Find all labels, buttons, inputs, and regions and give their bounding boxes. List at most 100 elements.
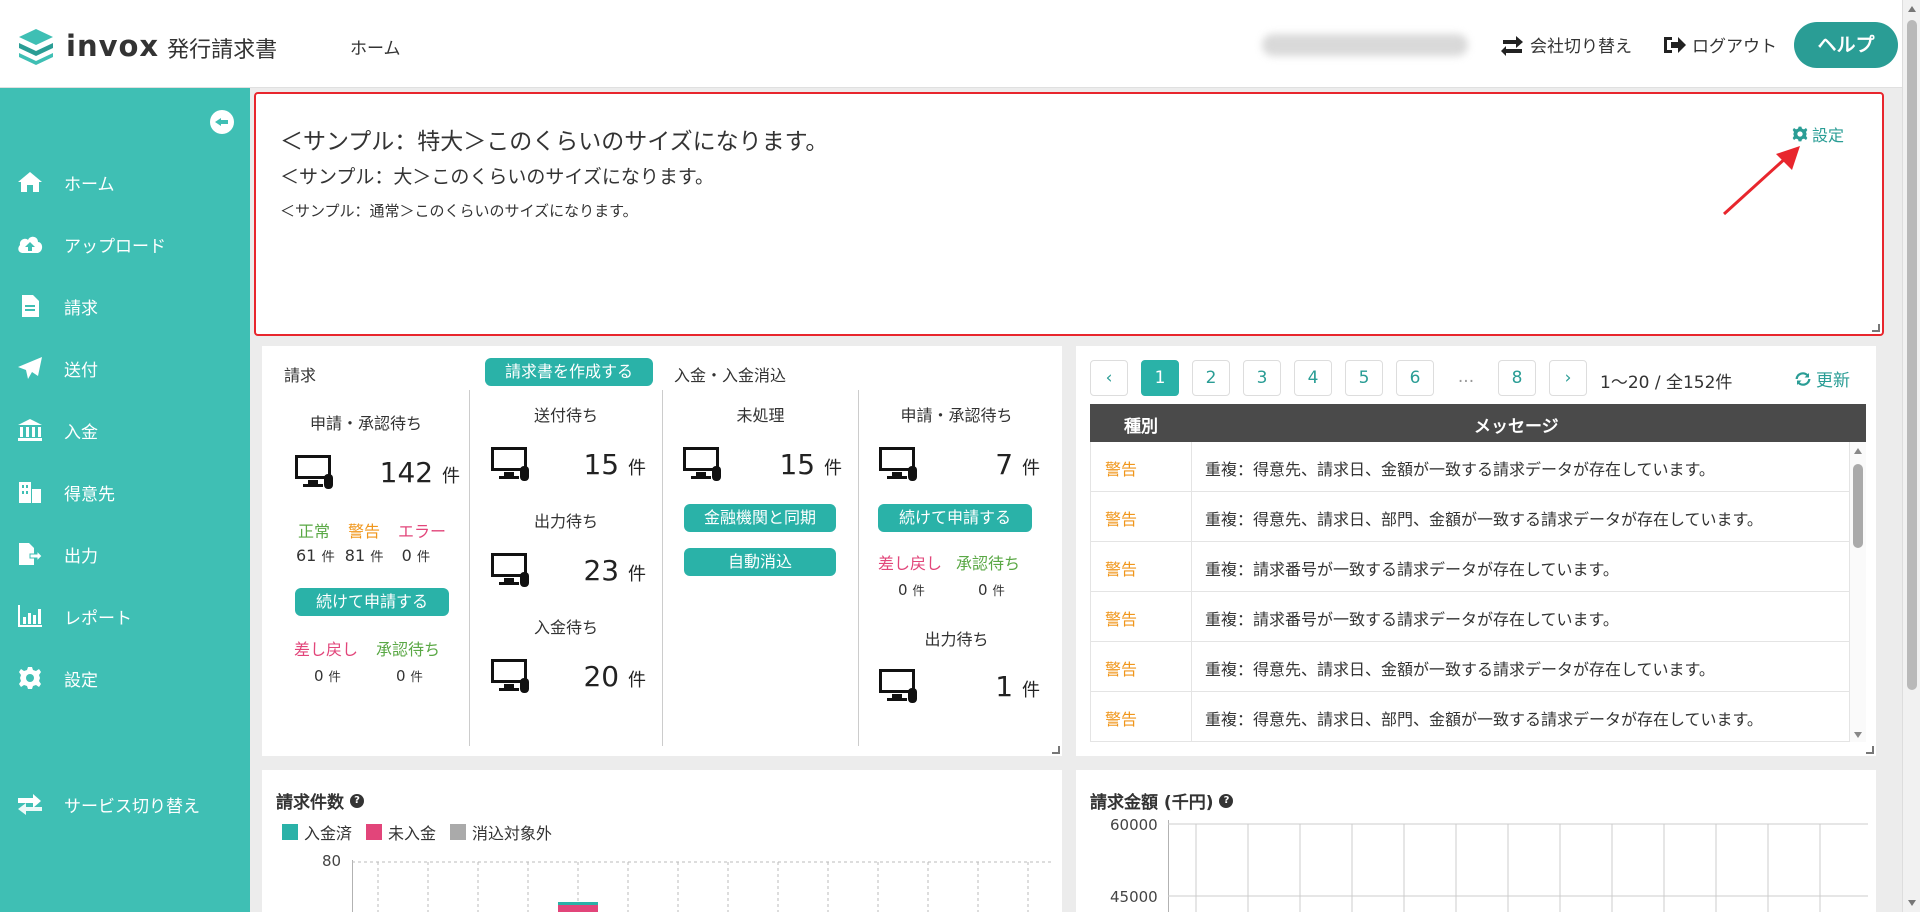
table-row[interactable]: 警告 重複：請求番号が一致する請求データが存在しています。 — [1090, 542, 1850, 592]
chart-bar[interactable] — [558, 902, 598, 905]
scroll-down-arrow[interactable] — [1908, 900, 1916, 906]
table-row[interactable]: 警告 重複：請求番号が一致する請求データが存在しています。 — [1090, 592, 1850, 642]
logout-link[interactable]: ログアウト — [1662, 32, 1777, 57]
payment-wait-count[interactable]: 20 件 — [542, 660, 646, 693]
monitor-icon[interactable] — [490, 552, 530, 588]
chart-icon — [16, 602, 44, 630]
help-icon[interactable]: ? — [350, 793, 364, 808]
sidebar-item-settings[interactable]: 設定 — [0, 658, 250, 698]
sidebar-item-label: サービス切り替え — [64, 796, 200, 817]
legend-swatch — [366, 824, 383, 840]
scroll-up-arrow[interactable] — [1854, 448, 1862, 454]
divider — [858, 390, 859, 746]
normal-label[interactable]: 正常 — [298, 518, 330, 542]
row-message: 重複：請求番号が一致する請求データが存在しています。 — [1205, 560, 1619, 579]
scroll-down-arrow[interactable] — [1854, 732, 1862, 738]
sidebar-item-service-switch[interactable]: サービス切り替え — [0, 784, 250, 824]
prev-page-button[interactable]: ‹ — [1090, 360, 1128, 396]
refresh-button[interactable]: 更新 — [1794, 366, 1850, 391]
page-4-button[interactable]: 4 — [1294, 360, 1332, 396]
error-label[interactable]: エラー — [398, 518, 446, 542]
returned-label[interactable]: 差し戻し — [294, 636, 358, 660]
document-icon — [16, 292, 44, 320]
messages-panel: ‹ 1 2 3 4 5 6 ... 8 › 1〜20 / 全152件 更新 種別… — [1076, 346, 1876, 756]
page-ellipsis: ... — [1447, 360, 1485, 396]
next-page-button[interactable]: › — [1549, 360, 1587, 396]
chart-title: 請求件数 ? — [276, 788, 364, 813]
sidebar-item-payment[interactable]: 入金 — [0, 410, 250, 450]
sidebar-collapse-button[interactable] — [210, 110, 234, 134]
resize-handle[interactable] — [1872, 324, 1880, 332]
sync-bank-button[interactable]: 金融機関と同期 — [684, 504, 836, 532]
pending-approval-count[interactable]: 142 件 — [352, 456, 460, 489]
scroll-thumb[interactable] — [1907, 20, 1917, 690]
approval-wait-label[interactable]: 承認待ち — [956, 550, 1020, 574]
help-button[interactable]: ヘルプ — [1794, 22, 1898, 68]
send-wait-count[interactable]: 15 件 — [542, 448, 646, 481]
table-row[interactable]: 警告 重複：得意先、請求日、金額が一致する請求データが存在しています。 — [1090, 442, 1850, 492]
paper-plane-icon — [16, 354, 44, 382]
monitor-icon[interactable] — [490, 658, 530, 694]
monitor-icon[interactable] — [878, 668, 918, 704]
create-invoice-button[interactable]: 請求書を作成する — [485, 358, 653, 386]
table-row[interactable]: 警告 重複：得意先、請求日、部門、金額が一致する請求データが存在しています。 — [1090, 692, 1850, 742]
messages-scrollbar[interactable] — [1850, 442, 1866, 742]
output-wait-count[interactable]: 23 件 — [542, 554, 646, 587]
continue-apply-button[interactable]: 続けて申請する — [295, 588, 449, 616]
scroll-thumb[interactable] — [1853, 464, 1863, 548]
sidebar-item-send[interactable]: 送付 — [0, 348, 250, 388]
sidebar-item-home[interactable]: ホーム — [0, 162, 250, 202]
y-tick-label: 60000 — [1110, 816, 1158, 834]
page-8-button[interactable]: 8 — [1498, 360, 1536, 396]
approval-wait-label[interactable]: 承認待ち — [376, 636, 440, 660]
chart-bar[interactable] — [558, 905, 598, 912]
sidebar-item-output[interactable]: 出力 — [0, 534, 250, 574]
resize-handle[interactable] — [1052, 746, 1060, 754]
unprocessed-count[interactable]: 15 件 — [738, 448, 842, 481]
page-scrollbar[interactable] — [1902, 0, 1920, 912]
page-5-button[interactable]: 5 — [1345, 360, 1383, 396]
page-1-button[interactable]: 1 — [1141, 360, 1179, 396]
legend-item[interactable]: 未入金 — [366, 820, 436, 844]
warning-label[interactable]: 警告 — [348, 518, 380, 542]
approval-wait-count: 0 件 — [396, 667, 423, 685]
page-3-button[interactable]: 3 — [1243, 360, 1281, 396]
page-2-button[interactable]: 2 — [1192, 360, 1230, 396]
auto-reconcile-button[interactable]: 自動消込 — [684, 548, 836, 576]
monitor-icon[interactable] — [294, 454, 334, 490]
returned-label[interactable]: 差し戻し — [878, 550, 942, 574]
row-message: 重複：得意先、請求日、部門、金額が一致する請求データが存在しています。 — [1205, 510, 1763, 529]
sidebar-item-upload[interactable]: アップロード — [0, 224, 250, 264]
sidebar-item-report[interactable]: レポート — [0, 596, 250, 636]
sidebar-item-billing[interactable]: 請求 — [0, 286, 250, 326]
resize-handle[interactable] — [1866, 746, 1874, 754]
return-approval-labels: 差し戻し 承認待ち — [878, 550, 1020, 574]
logo[interactable]: invox 発行請求書 — [16, 26, 277, 66]
table-row[interactable]: 警告 重複：得意先、請求日、部門、金額が一致する請求データが存在しています。 — [1090, 492, 1850, 542]
table-row[interactable]: 警告 重複：得意先、請求日、金額が一致する請求データが存在しています。 — [1090, 642, 1850, 692]
page-6-button[interactable]: 6 — [1396, 360, 1434, 396]
legend-item[interactable]: 消込対象外 — [450, 820, 552, 844]
sidebar-item-customers[interactable]: 得意先 — [0, 472, 250, 512]
continue-apply-button[interactable]: 続けて申請する — [878, 504, 1032, 532]
y-tick-label: 45000 — [1110, 888, 1158, 906]
help-icon[interactable]: ? — [1219, 793, 1234, 808]
legend-item[interactable]: 入金済 — [282, 820, 352, 844]
monitor-icon[interactable] — [490, 446, 530, 482]
payment-pending-approval-count[interactable]: 7 件 — [938, 448, 1040, 481]
row-type: 警告 — [1105, 460, 1138, 479]
monitor-icon[interactable] — [682, 446, 722, 482]
header-home-link[interactable]: ホーム — [350, 34, 401, 59]
sample-text-xlarge: ＜サンプル：特大＞このくらいのサイズになります。 — [280, 129, 829, 155]
gear-icon — [16, 664, 44, 692]
row-type: 警告 — [1105, 610, 1138, 629]
swap-icon — [16, 790, 44, 818]
error-count: 0 件 — [401, 546, 431, 565]
switch-company-link[interactable]: 会社切り替え — [1500, 32, 1632, 57]
logout-icon — [1664, 36, 1686, 53]
y-tick-label: 80 — [322, 852, 342, 870]
return-approval-labels: 差し戻し 承認待ち — [294, 636, 440, 660]
scroll-up-arrow[interactable] — [1908, 6, 1916, 12]
monitor-icon[interactable] — [878, 446, 918, 482]
output-wait-count[interactable]: 1 件 — [938, 670, 1040, 703]
